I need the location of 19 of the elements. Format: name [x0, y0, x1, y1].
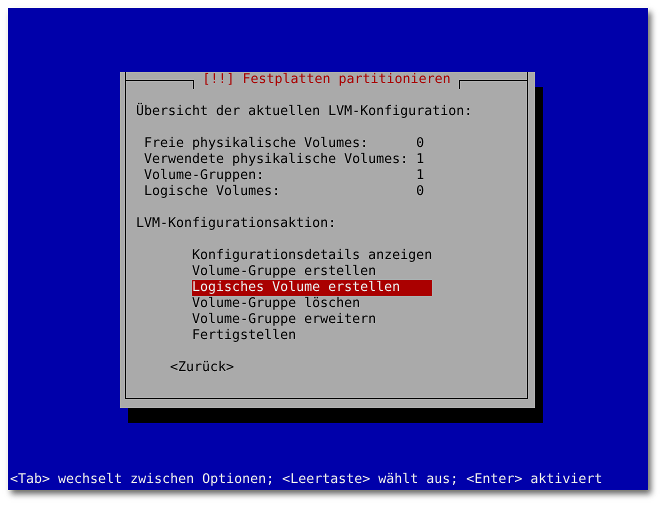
- menu-item[interactable]: Volume-Gruppe erstellen: [192, 264, 432, 280]
- menu-item[interactable]: Volume-Gruppe löschen: [192, 296, 432, 312]
- menu-item[interactable]: Fertigstellen: [192, 328, 432, 344]
- stat-label: Verwendete physikalische Volumes:: [144, 152, 410, 168]
- overview-heading: Übersicht der aktuellen LVM-Konfiguration:: [136, 104, 474, 120]
- stat-value: 0: [416, 136, 424, 152]
- stat-label: Volume-Gruppen:: [144, 168, 266, 184]
- menu-label: LVM-Konfigurationsaktion:: [136, 216, 338, 232]
- stat-value: 0: [416, 184, 424, 200]
- stat-value: 1: [416, 168, 424, 184]
- status-bar-hint: <Tab> wechselt zwischen Optionen; <Leertaste> wählt aus; <Enter> aktiviert: [9, 472, 604, 488]
- menu-item[interactable]: Logisches Volume erstellen: [192, 280, 432, 296]
- back-button[interactable]: <Zurück>: [170, 360, 234, 376]
- dialog-title: [!!] Festplatten partitionieren: [201, 72, 452, 88]
- stat-value: 1: [416, 152, 424, 168]
- stat-label: Freie physikalische Volumes:: [144, 136, 370, 152]
- menu-item[interactable]: Volume-Gruppe erweitern: [192, 312, 432, 328]
- stat-label: Logische Volumes:: [144, 184, 282, 200]
- menu-item[interactable]: Konfigurationsdetails anzeigen: [192, 248, 432, 264]
